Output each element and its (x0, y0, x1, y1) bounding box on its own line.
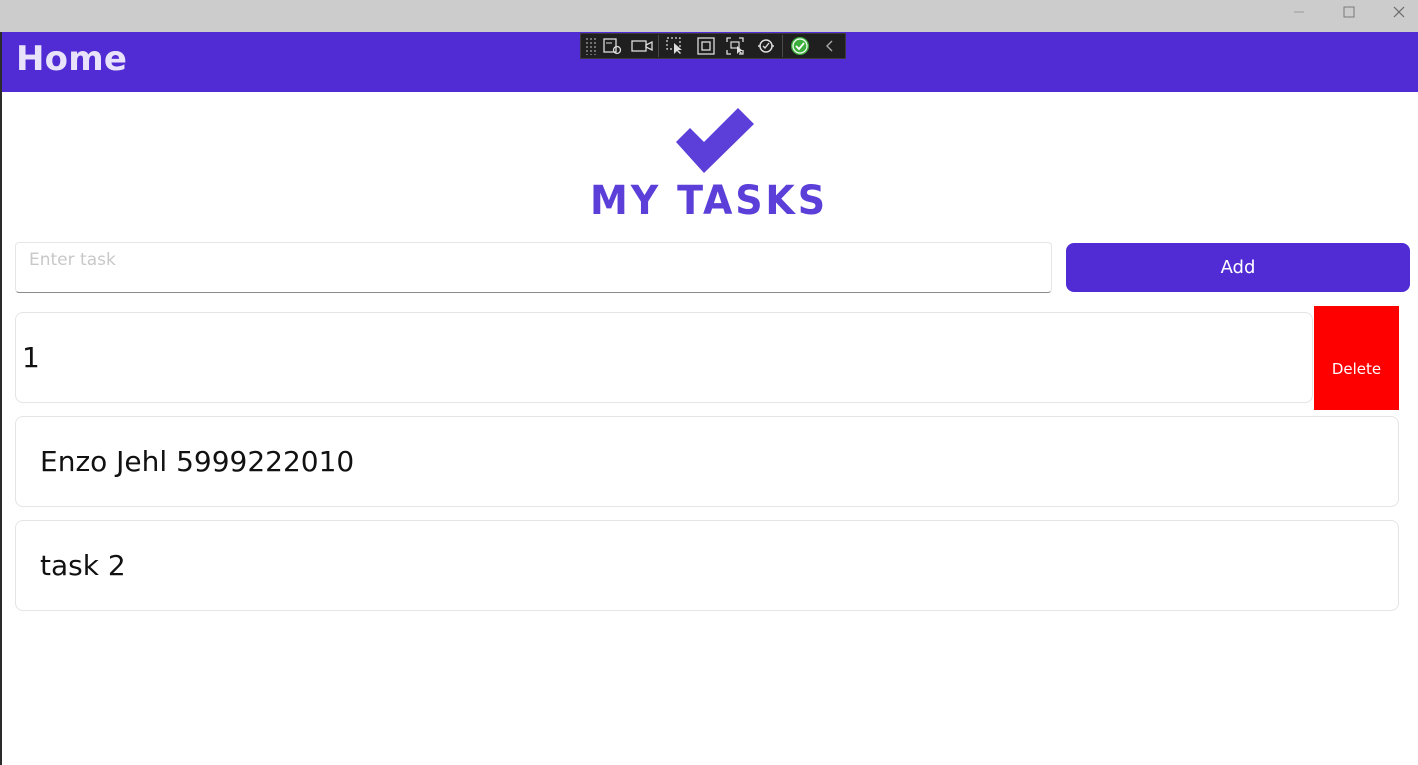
hot-reload-button[interactable] (751, 34, 781, 58)
binding-status-icon (791, 37, 810, 55)
checkmark-icon (676, 108, 754, 173)
app-brand-name: MY TASKS (590, 178, 828, 224)
toolbar-grip-handle[interactable] (585, 37, 597, 55)
task-entry-field[interactable] (15, 242, 1052, 293)
collapse-toolbar-button[interactable] (815, 34, 845, 58)
close-icon (1393, 6, 1405, 18)
close-button[interactable] (1374, 0, 1418, 24)
track-focus-icon (726, 37, 744, 55)
collapse-chevron-icon (826, 40, 833, 52)
select-element-button[interactable] (661, 34, 691, 58)
live-visual-tree-icon (603, 38, 621, 55)
task-item[interactable]: 1 (15, 312, 1313, 403)
display-layout-adorners-button[interactable] (691, 34, 721, 58)
window-left-edge (0, 0, 2, 765)
binding-status-button[interactable] (785, 34, 815, 58)
select-element-icon (666, 37, 683, 54)
task-text: 1 (22, 341, 40, 374)
xaml-debug-toolbar (580, 33, 846, 59)
live-visual-tree-button[interactable] (597, 34, 627, 58)
maximize-button[interactable] (1324, 0, 1374, 24)
record-button[interactable] (627, 34, 657, 58)
maximize-icon (1343, 6, 1355, 18)
add-task-button[interactable]: Add (1066, 243, 1410, 292)
window-titlebar[interactable] (0, 0, 1418, 32)
track-focus-button[interactable] (721, 34, 751, 58)
minimize-button[interactable] (1274, 0, 1324, 24)
task-item[interactable]: task 2 (15, 520, 1399, 611)
toolbar-separator (658, 35, 660, 57)
display-layout-adorners-icon (697, 37, 715, 55)
task-text: task 2 (40, 549, 126, 582)
task-text: Enzo Jehl 5999222010 (40, 445, 355, 478)
minimize-icon (1294, 11, 1304, 13)
task-item[interactable]: Enzo Jehl 5999222010 (15, 416, 1399, 507)
hot-reload-icon (757, 39, 774, 53)
toolbar-separator (782, 35, 784, 57)
app-logo (674, 108, 756, 179)
page-title: Home (16, 39, 128, 79)
record-icon (630, 40, 653, 52)
delete-swipe-button[interactable]: Delete (1314, 306, 1399, 410)
